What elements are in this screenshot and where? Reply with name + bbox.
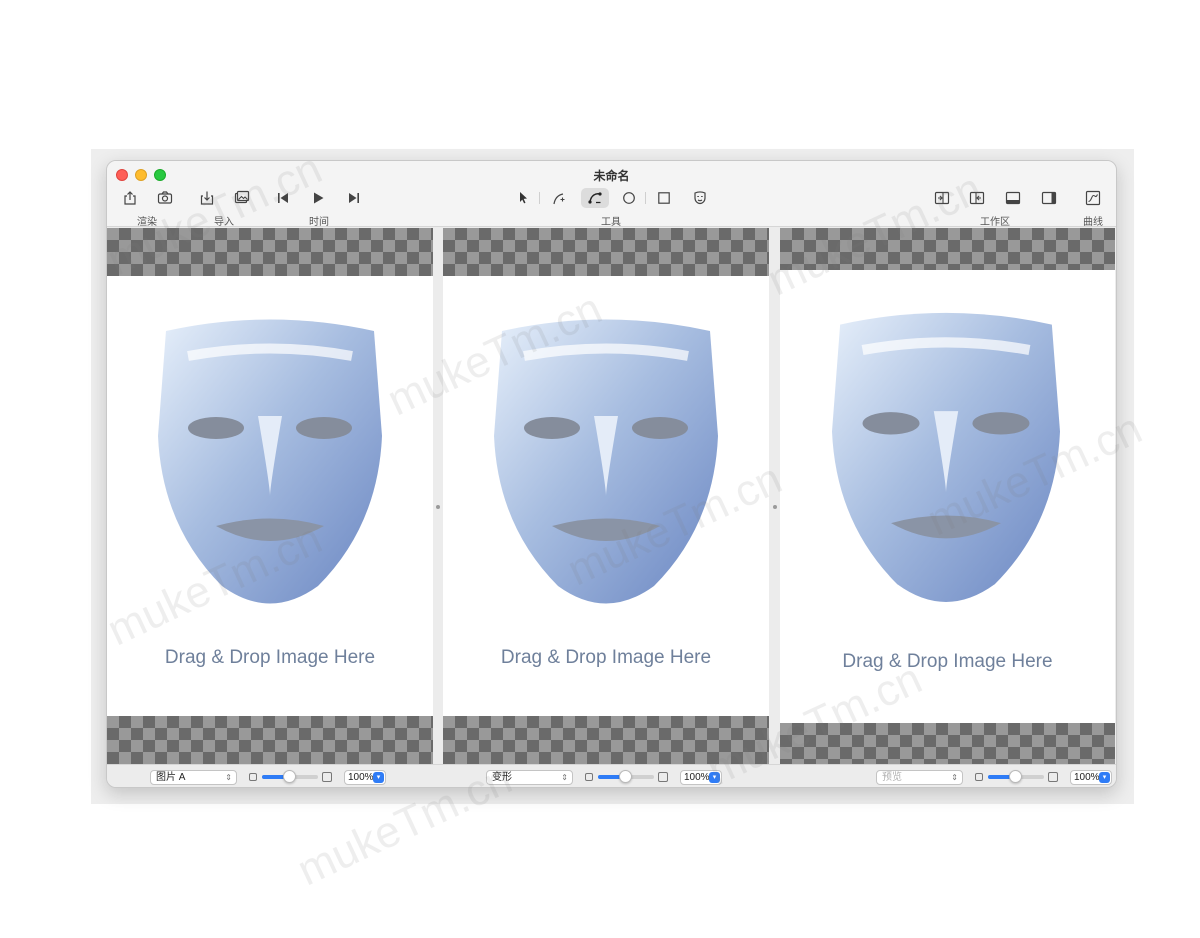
zoom-select[interactable]: 100% ▾	[680, 770, 722, 785]
toolbar-separator	[539, 192, 540, 204]
zoom-value: 100%	[348, 772, 374, 783]
chevron-down-icon: ▾	[709, 772, 720, 783]
transparency-checker	[443, 716, 769, 764]
popup-value: 图片 A	[156, 772, 186, 783]
skip-back-button[interactable]	[271, 188, 295, 208]
transparency-checker	[780, 228, 1115, 270]
zoom-slider[interactable]	[988, 770, 1044, 783]
zoom-slider[interactable]	[598, 770, 654, 783]
transparency-checker	[443, 228, 769, 276]
window-title: 未命名	[593, 169, 630, 183]
bezier-curve-icon	[588, 192, 602, 204]
popup-value: 预览	[882, 772, 902, 783]
import-image-button[interactable]	[230, 188, 254, 208]
panel-right-icon	[1041, 191, 1057, 205]
zoom-out-icon[interactable]	[585, 773, 593, 781]
zoom-in-icon[interactable]	[1048, 772, 1058, 782]
toolbar-separator	[645, 192, 646, 204]
mask-placeholder-icon	[494, 319, 718, 604]
photo-icon	[234, 190, 250, 204]
chevron-updown-icon: ⇕	[225, 773, 232, 782]
curve-button[interactable]	[1081, 188, 1105, 208]
tools-label: 工具	[601, 217, 621, 228]
circle-icon	[623, 192, 635, 204]
panel-bottom-icon	[1005, 191, 1021, 205]
pointer-icon	[520, 192, 527, 204]
mask-placeholder-icon	[832, 312, 1060, 602]
skip-forward-icon	[349, 193, 359, 203]
transparency-checker	[107, 716, 433, 764]
zoom-in-icon[interactable]	[658, 772, 668, 782]
image-pane-morph[interactable]: Drag & Drop Image Here	[443, 228, 769, 764]
drop-hint: Drag & Drop Image Here	[164, 647, 376, 668]
import-button[interactable]	[195, 188, 219, 208]
camera-icon	[157, 191, 173, 204]
tool-face[interactable]	[688, 188, 712, 208]
transparency-checker	[780, 723, 1115, 764]
preview-popup: 预览 ⇕	[876, 770, 963, 785]
curve-label: 曲线	[1083, 217, 1103, 228]
workspace-label: 工作区	[980, 217, 1010, 228]
drop-hint: Drag & Drop Image Here	[842, 651, 1053, 672]
pen-add-icon	[553, 193, 565, 205]
share-button[interactable]	[118, 188, 142, 208]
mask-icon	[694, 191, 706, 205]
play-button[interactable]	[306, 188, 330, 208]
zoom-value: 100%	[684, 772, 710, 783]
render-label: 渲染	[137, 217, 157, 228]
zoom-value: 100%	[1074, 772, 1100, 783]
toolbar: 未命名 渲染 导入 时间 工具 工作区 曲线	[107, 161, 1116, 228]
tool-select[interactable]	[511, 188, 535, 208]
skip-back-icon	[278, 193, 288, 203]
play-icon	[314, 192, 324, 204]
slider-knob[interactable]	[283, 770, 296, 783]
image-pane-a[interactable]: Drag & Drop Image Here	[107, 228, 433, 764]
import-label: 导入	[214, 217, 234, 228]
chevron-down-icon: ▾	[373, 772, 384, 783]
zoom-in-icon[interactable]	[322, 772, 332, 782]
sidebar-right-icon	[969, 191, 985, 205]
split-handle[interactable]	[436, 505, 440, 509]
morph-popup[interactable]: 变形 ⇕	[486, 770, 573, 785]
zoom-out-icon[interactable]	[249, 773, 257, 781]
skip-forward-button[interactable]	[342, 188, 366, 208]
workspace-layout-2[interactable]	[965, 188, 989, 208]
zoom-slider[interactable]	[262, 770, 318, 783]
app-window: 未命名 渲染 导入 时间 工具 工作区 曲线 Drag & Drop Image…	[106, 160, 1117, 788]
chevron-updown-icon: ⇕	[951, 773, 958, 782]
drop-hint: Drag & Drop Image Here	[500, 647, 712, 668]
transparency-checker	[107, 228, 433, 276]
graph-curve-icon	[1085, 190, 1101, 206]
tool-add-point[interactable]	[547, 188, 571, 208]
workspace-layout-3[interactable]	[1001, 188, 1025, 208]
split-handle[interactable]	[773, 505, 777, 509]
workspace-layout-1[interactable]	[930, 188, 954, 208]
render-button[interactable]	[153, 188, 177, 208]
chevron-down-icon: ▾	[1099, 772, 1110, 783]
import-icon	[200, 191, 214, 205]
slider-knob[interactable]	[619, 770, 632, 783]
mask-placeholder-icon	[158, 319, 382, 604]
zoom-select[interactable]: 100% ▾	[1070, 770, 1112, 785]
sidebar-left-icon	[934, 191, 950, 205]
share-icon	[124, 191, 136, 205]
chevron-updown-icon: ⇕	[561, 773, 568, 782]
workspace-layout-4[interactable]	[1037, 188, 1061, 208]
slider-knob[interactable]	[1009, 770, 1022, 783]
image-source-popup[interactable]: 图片 A ⇕	[150, 770, 237, 785]
tool-rectangle[interactable]	[652, 188, 676, 208]
square-icon	[658, 192, 670, 204]
tool-ellipse[interactable]	[617, 188, 641, 208]
popup-value: 变形	[492, 772, 512, 783]
zoom-out-icon[interactable]	[975, 773, 983, 781]
zoom-select[interactable]: 100% ▾	[344, 770, 386, 785]
bottom-bar: 图片 A ⇕ 100% ▾ 变形 ⇕ 100% ▾ 预览 ⇕ 100% ▾	[107, 764, 1116, 787]
image-pane-preview[interactable]: Drag & Drop Image Here	[780, 228, 1115, 764]
tool-curve[interactable]	[581, 188, 609, 208]
time-label: 时间	[309, 217, 329, 228]
